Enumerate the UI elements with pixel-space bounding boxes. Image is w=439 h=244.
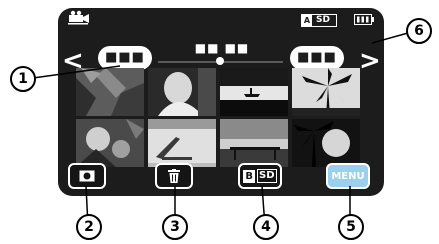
callout-1: 1 xyxy=(10,66,36,92)
callout-6: 6 xyxy=(406,18,432,44)
callout-2: 2 xyxy=(76,214,102,240)
callout-3: 3 xyxy=(162,214,188,240)
callout-4: 4 xyxy=(253,214,279,240)
callout-lines xyxy=(32,32,409,227)
callout-5: 5 xyxy=(338,214,364,240)
